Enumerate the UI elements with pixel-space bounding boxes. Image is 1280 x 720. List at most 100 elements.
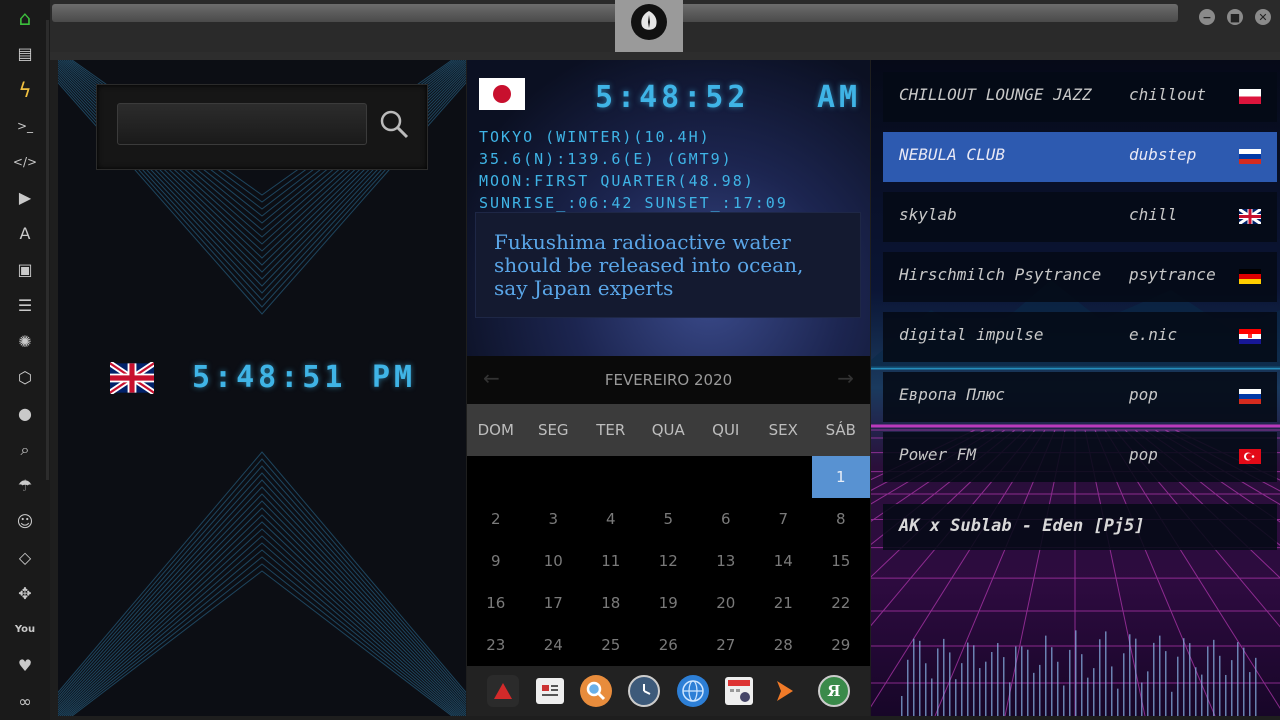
calendar-day-5[interactable]: 5 [640,498,698,540]
vivaldi-icon[interactable] [487,675,520,707]
calendar-day-12[interactable]: 12 [640,540,698,582]
russia-flag-icon [1239,389,1261,404]
calendar-day-3[interactable]: 3 [525,498,583,540]
visualizer-bar [1075,630,1077,716]
infinity-icon[interactable]: ∞ [13,690,37,714]
calendar-day-4[interactable]: 4 [582,498,640,540]
terminal-icon[interactable]: >_ [13,114,37,138]
calendar-day-6[interactable]: 6 [697,498,755,540]
calendar-day-16[interactable]: 16 [467,582,525,624]
logo-tab[interactable] [615,0,683,52]
calendar-day-18[interactable]: 18 [582,582,640,624]
calendar-day-14[interactable]: 14 [755,540,813,582]
calendar-day-17[interactable]: 17 [525,582,583,624]
minimize-button[interactable]: − [1199,9,1215,25]
search-icon[interactable] [377,107,411,141]
web-browser-icon[interactable] [676,675,709,707]
russia-flag-icon [1239,149,1261,164]
translate-icon[interactable]: A [13,222,37,246]
calendar-day-23[interactable]: 23 [467,624,525,666]
visualizer-bar [1243,647,1245,716]
contacts-icon[interactable]: ☺ [13,510,37,534]
calendar-day-26[interactable]: 26 [640,624,698,666]
visualizer-bar [1105,631,1107,716]
umbrella-icon[interactable]: ☂ [13,474,37,498]
station-item[interactable]: Power FM pop [883,432,1277,482]
tokyo-ampm: AM [817,80,862,115]
station-name: digital impulse [899,325,1044,344]
news-icon[interactable]: ☰ [13,294,37,318]
maximize-button[interactable]: ■ [1227,9,1243,25]
news-headline[interactable]: Fukushima radioactive water should be re… [494,231,842,300]
document-icon[interactable]: ▤ [13,42,37,66]
tokyo-time: 5:48:52 [595,80,750,115]
image-icon[interactable]: ▣ [13,258,37,282]
calendar-prev-button[interactable]: ← [483,366,500,390]
search-input[interactable] [117,103,367,145]
station-item[interactable]: Hirschmilch Psytrance psytrance [883,252,1277,302]
calendar-app-icon[interactable] [725,677,754,705]
home-icon[interactable]: ⌂ [13,6,37,30]
weekday-label: SEG [537,421,569,439]
clock-app-icon[interactable] [628,675,661,707]
calendar-day-29[interactable]: 29 [812,624,870,666]
search-app-icon[interactable] [579,675,612,707]
calendar-day-1[interactable]: 1 [812,456,870,498]
calendar-month-label: FEVEREIRO 2020 [604,371,733,389]
news-ticker[interactable]: Fukushima radioactive water should be re… [475,212,861,318]
tag-icon[interactable]: ◇ [13,546,37,570]
calendar-empty-cell [582,456,640,498]
calendar-day-19[interactable]: 19 [640,582,698,624]
calendar-day-20[interactable]: 20 [697,582,755,624]
visualizer-bar [985,661,987,716]
visualizer-bar [1099,639,1101,716]
search-icon[interactable]: ⌕ [13,438,37,462]
calendar-day-7[interactable]: 7 [755,498,813,540]
station-item[interactable]: NEBULA CLUB dubstep [883,132,1277,182]
visualizer-bar [1015,646,1017,716]
youtube-icon[interactable]: You [13,618,37,642]
visualizer-bar [1135,638,1137,716]
globe-icon[interactable]: ● [13,402,37,426]
weekday-label: QUA [651,421,685,439]
close-button[interactable]: ✕ [1255,9,1271,25]
newspaper-icon[interactable] [535,678,564,704]
lightning-icon[interactable]: ϟ [13,78,37,102]
arrow-app-icon[interactable] [769,675,801,707]
calendar-day-9[interactable]: 9 [467,540,525,582]
station-item[interactable]: CHILLOUT LOUNGE JAZZ chillout [883,72,1277,122]
germany-flag-icon [1239,269,1261,284]
calendar-day-15[interactable]: 15 [812,540,870,582]
station-item[interactable]: Европа Плюс pop [883,372,1277,422]
aperture-icon[interactable]: ✺ [13,330,37,354]
calendar-day-22[interactable]: 22 [812,582,870,624]
calendar-day-27[interactable]: 27 [697,624,755,666]
calendar-day-8[interactable]: 8 [812,498,870,540]
sidebar-scrollbar[interactable] [46,20,49,480]
yandex-icon[interactable]: Я [817,675,850,707]
visualizer-bar [1207,646,1209,716]
calendar-empty-cell [467,456,525,498]
calendar-empty-cell [755,456,813,498]
expand-icon[interactable]: ✥ [13,582,37,606]
turkey-flag-icon [1239,449,1261,464]
station-item[interactable]: digital impulse e.nic [883,312,1277,362]
hexagon-icon[interactable]: ⬡ [13,366,37,390]
calendar-next-button[interactable]: → [837,366,854,390]
app-sidebar: ⌂ ▤ ϟ >_ </> ▶ A ▣ ☰ ✺ ⬡ ● ⌕ ☂ ☺ ◇ ✥ You ♥ ∞ [0,0,50,720]
code-icon[interactable]: </> [13,150,37,174]
heart-icon[interactable]: ♥ [13,654,37,678]
visualizer-bar [1147,671,1149,716]
calendar-day-13[interactable]: 13 [697,540,755,582]
calendar-day-11[interactable]: 11 [582,540,640,582]
search-box [96,84,428,170]
calendar-day-25[interactable]: 25 [582,624,640,666]
calendar-day-21[interactable]: 21 [755,582,813,624]
calendar-day-28[interactable]: 28 [755,624,813,666]
calendar-day-2[interactable]: 2 [467,498,525,540]
calendar-week-row: 23 24 25 26 27 28 29 [467,624,870,666]
calendar-day-10[interactable]: 10 [525,540,583,582]
station-item[interactable]: skylab chill [883,192,1277,242]
calendar-day-24[interactable]: 24 [525,624,583,666]
play-icon[interactable]: ▶ [13,186,37,210]
